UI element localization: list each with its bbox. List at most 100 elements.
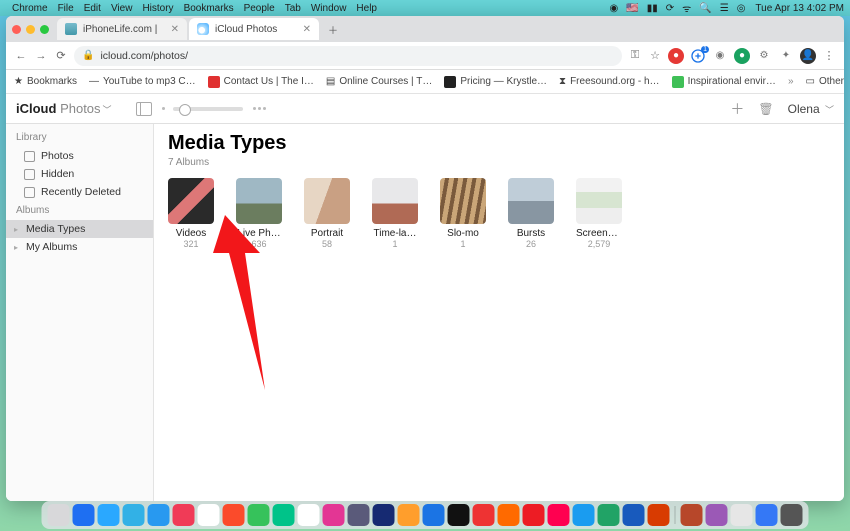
tab-close-icon[interactable]: ✕ bbox=[171, 24, 179, 35]
dock-app-icon[interactable] bbox=[373, 504, 395, 526]
extension-adblock-icon[interactable]: ● bbox=[668, 48, 684, 64]
status-flag-icon[interactable]: 🇺🇸 bbox=[626, 3, 638, 14]
status-search-icon[interactable]: 🔍 bbox=[699, 3, 711, 14]
sidebar-item-hidden[interactable]: Hidden bbox=[6, 165, 153, 183]
album-liveph[interactable]: Live Ph…636 bbox=[236, 178, 282, 249]
sidebar-toggle-icon[interactable] bbox=[136, 102, 152, 116]
extension-gear-icon[interactable]: ⚙ bbox=[756, 48, 772, 64]
delete-button[interactable]: 🗑 bbox=[758, 102, 773, 116]
window-minimize-icon[interactable] bbox=[26, 25, 35, 34]
upload-button[interactable]: ＋ bbox=[730, 99, 744, 119]
bookmark-item[interactable]: — YouTube to mp3 C… bbox=[89, 76, 196, 87]
album-portrait[interactable]: Portrait58 bbox=[304, 178, 350, 249]
window-close-icon[interactable] bbox=[12, 25, 21, 34]
status-sync-icon[interactable]: ⟳ bbox=[666, 3, 674, 14]
dock-app-icon[interactable] bbox=[473, 504, 495, 526]
dock-app-icon[interactable] bbox=[781, 504, 803, 526]
menubar-edit[interactable]: Edit bbox=[84, 3, 101, 14]
new-tab-button[interactable]: ＋ bbox=[321, 18, 345, 40]
dock-app-icon[interactable] bbox=[173, 504, 195, 526]
dock-app-icon[interactable] bbox=[398, 504, 420, 526]
menubar-help[interactable]: Help bbox=[356, 3, 377, 14]
chrome-menu-icon[interactable]: ⋮ bbox=[822, 49, 836, 62]
dock-app-icon[interactable] bbox=[681, 504, 703, 526]
tab-close-icon[interactable]: ✕ bbox=[303, 24, 311, 35]
browser-tab-icloud[interactable]: iCloud Photos ✕ bbox=[189, 18, 319, 40]
menubar-file[interactable]: File bbox=[58, 3, 74, 14]
dock-app-icon[interactable] bbox=[706, 504, 728, 526]
sidebar-item-photos[interactable]: Photos bbox=[6, 147, 153, 165]
bookmark-item[interactable]: Pricing — Krystle… bbox=[444, 76, 547, 88]
menubar-bookmarks[interactable]: Bookmarks bbox=[184, 3, 234, 14]
address-bar[interactable]: 🔒 icloud.com/photos/ bbox=[74, 46, 622, 66]
dock-app-icon[interactable] bbox=[98, 504, 120, 526]
zoom-large-icon[interactable] bbox=[253, 107, 266, 110]
dock-app-icon[interactable] bbox=[573, 504, 595, 526]
album-timela[interactable]: Time-la…1 bbox=[372, 178, 418, 249]
dock-app-icon[interactable] bbox=[273, 504, 295, 526]
menubar-history[interactable]: History bbox=[142, 3, 173, 14]
bookmark-item[interactable]: ★ Bookmarks bbox=[14, 76, 77, 87]
dock-app-icon[interactable] bbox=[73, 504, 95, 526]
dock-app-icon[interactable] bbox=[223, 504, 245, 526]
dock-app-icon[interactable] bbox=[523, 504, 545, 526]
menubar-clock[interactable]: Tue Apr 13 4:02 PM bbox=[755, 3, 844, 14]
dock-app-icon[interactable] bbox=[498, 504, 520, 526]
menubar-app-name[interactable]: Chrome bbox=[12, 3, 48, 14]
album-slomo[interactable]: Slo-mo1 bbox=[440, 178, 486, 249]
dock-app-icon[interactable] bbox=[123, 504, 145, 526]
extension-eye-icon[interactable]: ◉ bbox=[712, 48, 728, 64]
album-screens[interactable]: Screens…2,579 bbox=[576, 178, 622, 249]
profile-avatar-icon[interactable]: 👤 bbox=[800, 48, 816, 64]
dock-app-icon[interactable] bbox=[648, 504, 670, 526]
album-bursts[interactable]: Bursts26 bbox=[508, 178, 554, 249]
dock-app-icon[interactable] bbox=[298, 504, 320, 526]
status-record-icon[interactable]: ◉ bbox=[610, 3, 619, 14]
key-icon[interactable]: ⚿ bbox=[628, 49, 642, 62]
zoom-small-icon[interactable] bbox=[162, 107, 165, 110]
menubar-window[interactable]: Window bbox=[311, 3, 347, 14]
dock-app-icon[interactable] bbox=[548, 504, 570, 526]
menubar-people[interactable]: People bbox=[244, 3, 275, 14]
nav-forward-icon[interactable]: → bbox=[34, 50, 48, 62]
sidebar-item-media-types[interactable]: ▸Media Types bbox=[6, 220, 153, 238]
status-control-icon[interactable]: ☰ bbox=[720, 3, 729, 14]
dock-app-icon[interactable] bbox=[198, 504, 220, 526]
dock-app-icon[interactable] bbox=[248, 504, 270, 526]
extension-sync-icon[interactable]: 1 bbox=[690, 48, 706, 64]
dock-app-icon[interactable] bbox=[448, 504, 470, 526]
sidebar-item-my-albums[interactable]: ▸My Albums bbox=[6, 238, 153, 256]
dock-app-icon[interactable] bbox=[731, 504, 753, 526]
dock-app-icon[interactable] bbox=[756, 504, 778, 526]
status-wifi-icon[interactable]: ᯤ bbox=[682, 1, 691, 15]
status-battery-icon[interactable]: ▮▮ bbox=[647, 3, 658, 14]
nav-reload-icon[interactable]: ⟳ bbox=[54, 49, 68, 62]
other-bookmarks-button[interactable]: ▭ Other Bookmarks bbox=[806, 76, 845, 87]
sidebar-item-recently-deleted[interactable]: Recently Deleted bbox=[6, 183, 153, 201]
extension-puzzle-icon[interactable]: ✦ bbox=[778, 48, 794, 64]
dock-app-icon[interactable] bbox=[48, 504, 70, 526]
menubar-tab[interactable]: Tab bbox=[285, 3, 301, 14]
dock-app-icon[interactable] bbox=[623, 504, 645, 526]
browser-tab-iphonelife[interactable]: iPhoneLife.com | ✕ bbox=[57, 18, 187, 40]
dock-app-icon[interactable] bbox=[148, 504, 170, 526]
user-menu[interactable]: Olena ﹀ bbox=[788, 102, 834, 116]
status-siri-icon[interactable]: ◎ bbox=[737, 3, 746, 14]
window-zoom-icon[interactable] bbox=[40, 25, 49, 34]
bookmark-item[interactable]: Inspirational envir… bbox=[672, 76, 776, 88]
zoom-slider[interactable] bbox=[173, 107, 243, 111]
star-icon[interactable]: ☆ bbox=[648, 49, 662, 62]
bookmark-item[interactable]: ⧗ Freesound.org - h… bbox=[559, 76, 660, 87]
icloud-brand[interactable]: iCloud Photos﹀ bbox=[16, 101, 112, 116]
extension-grammarly-icon[interactable]: ● bbox=[734, 48, 750, 64]
menubar-view[interactable]: View bbox=[111, 3, 133, 14]
dock-app-icon[interactable] bbox=[348, 504, 370, 526]
dock-app-icon[interactable] bbox=[323, 504, 345, 526]
bookmark-item[interactable]: Contact Us | The I… bbox=[208, 76, 314, 88]
bookmark-overflow-icon[interactable]: » bbox=[788, 76, 794, 87]
album-videos[interactable]: Videos321 bbox=[168, 178, 214, 249]
dock-app-icon[interactable] bbox=[423, 504, 445, 526]
nav-back-icon[interactable]: ← bbox=[14, 50, 28, 62]
dock-app-icon[interactable] bbox=[598, 504, 620, 526]
bookmark-item[interactable]: ▤ Online Courses | T… bbox=[326, 76, 432, 87]
